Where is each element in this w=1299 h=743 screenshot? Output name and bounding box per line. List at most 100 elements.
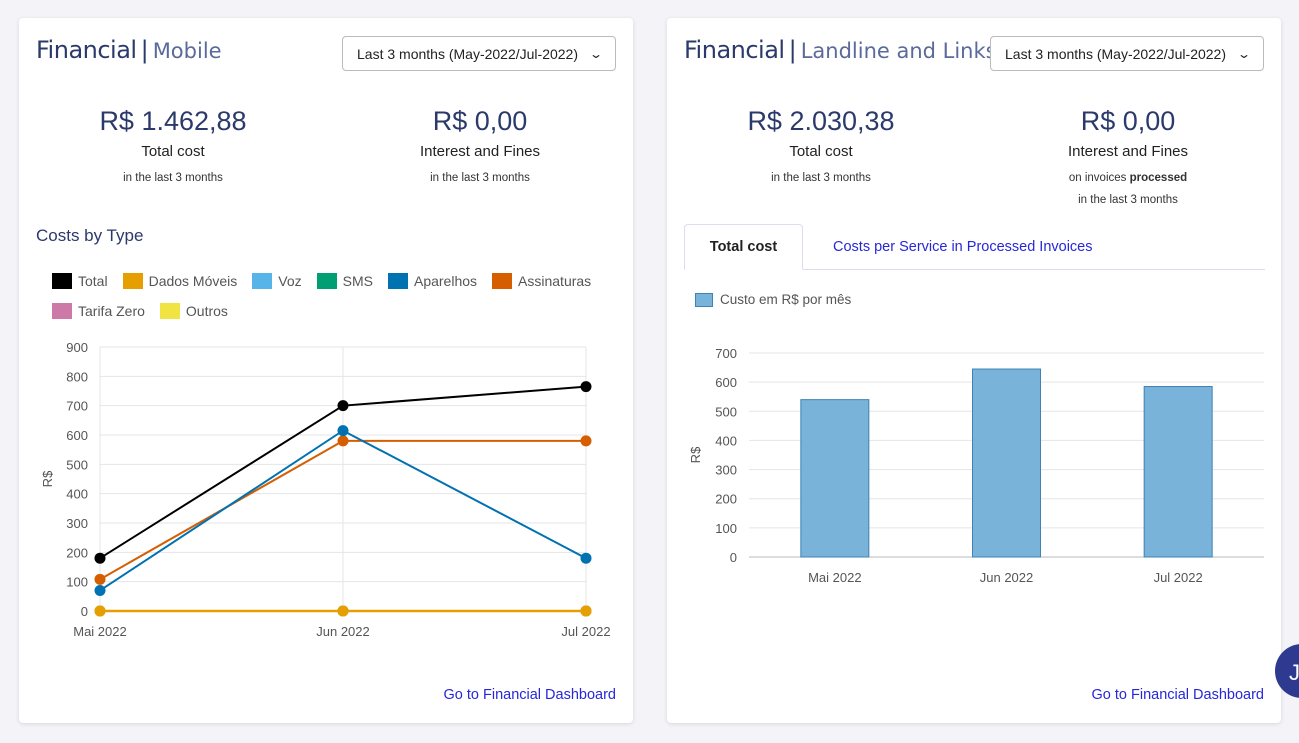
interest-sub2: in the last 3 months [1078, 194, 1178, 206]
y-tick-label: 100 [66, 575, 88, 590]
data-point [580, 381, 592, 393]
card-title-bold: Financial [684, 36, 785, 64]
bar-legend-swatch [695, 292, 713, 307]
y-tick-label: 0 [81, 604, 88, 619]
chevron-down-icon: ⌄ [588, 46, 604, 61]
data-point [580, 435, 592, 447]
interest-fines-value: R$ 0,00 [1080, 106, 1176, 136]
card-title-light: Landline and Links [800, 39, 997, 63]
chevron-down-icon: ⌄ [1236, 46, 1252, 61]
x-tick-label: Jul 2022 [561, 624, 610, 639]
card-title: Financial | Landline and Links [684, 36, 997, 64]
y-tick-label: 300 [66, 516, 88, 531]
bar [972, 368, 1041, 558]
y-tick-label: 600 [66, 428, 88, 443]
x-tick-label: Mai 2022 [73, 624, 126, 639]
y-tick-label: 500 [66, 457, 88, 472]
legend-item[interactable]: Dados Móveis [122, 272, 237, 290]
legend-item[interactable]: Voz [252, 272, 302, 290]
y-tick-label: 600 [715, 375, 737, 390]
data-point [337, 605, 349, 617]
legend-label: Total [78, 273, 108, 289]
legend-item[interactable]: Aparelhos [387, 272, 478, 290]
legend-swatch [52, 303, 72, 319]
data-point [580, 605, 592, 617]
costs-by-type-title: Costs by Type [36, 226, 144, 245]
legend-label: Voz [278, 273, 302, 289]
x-tick-label: Jun 2022 [980, 570, 1034, 585]
total-cost-label: Total cost [789, 143, 853, 160]
total-cost-sub: in the last 3 months [123, 172, 223, 184]
legend-swatch [316, 273, 337, 289]
legend-item[interactable]: SMS [316, 272, 373, 290]
legend-label: Tarifa Zero [78, 303, 145, 319]
card-title-bold: Financial [36, 36, 137, 64]
period-select-value: Last 3 months (May-2022/Jul-2022) [357, 45, 578, 62]
interest-fines-label: Interest and Fines [1067, 143, 1189, 160]
interest-sub-bold: processed [1129, 172, 1188, 184]
y-tick-label: 700 [66, 399, 88, 414]
legend-label: Outros [185, 303, 228, 319]
total-cost-kpi: R$ 2.030,38 Total cost in the last 3 mon… [701, 106, 941, 189]
legend-label: Assinaturas [518, 273, 592, 289]
x-tick-label: Jul 2022 [1154, 570, 1203, 585]
financial-landline-card: Financial | Landline and Links Last 3 mont… [667, 18, 1281, 723]
legend-swatch [252, 273, 273, 289]
legend-swatch [159, 303, 180, 319]
legend-item[interactable]: Tarifa Zero [52, 302, 145, 320]
data-point [337, 435, 349, 447]
tab-total-cost[interactable]: Total cost [684, 224, 803, 270]
x-tick-label: Mai 2022 [808, 570, 861, 585]
y-axis-label: R$ [40, 470, 55, 487]
card-title-light: Mobile [152, 39, 222, 63]
go-to-financial-dashboard-link[interactable]: Go to Financial Dashboard [444, 687, 617, 703]
y-axis-label: R$ [688, 446, 703, 463]
interest-fines-value: R$ 0,00 [432, 106, 528, 136]
data-point [580, 552, 592, 564]
total-cost-value: R$ 1.462,88 [99, 106, 247, 136]
legend-swatch [122, 273, 143, 289]
legend-swatch [492, 273, 513, 289]
total-cost-value: R$ 2.030,38 [747, 106, 895, 136]
bar [800, 399, 870, 558]
y-tick-label: 700 [715, 346, 737, 361]
data-point [337, 425, 349, 437]
data-point [94, 584, 106, 596]
total-cost-sub: in the last 3 months [771, 172, 871, 184]
period-select[interactable]: Last 3 months (May-2022/Jul-2022) ⌄ [990, 36, 1264, 71]
period-select[interactable]: Last 3 months (May-2022/Jul-2022) ⌄ [342, 36, 616, 71]
data-point [94, 552, 106, 564]
legend-label: Aparelhos [413, 273, 478, 289]
go-to-financial-dashboard-link[interactable]: Go to Financial Dashboard [1092, 687, 1265, 703]
title-separator: | [788, 36, 797, 64]
total-cost-kpi: R$ 1.462,88 Total cost in the last 3 mon… [53, 106, 293, 189]
financial-mobile-card: Financial | Mobile Last 3 months (May-2022… [19, 18, 633, 723]
legend-item[interactable]: Assinaturas [492, 272, 591, 290]
interest-fines-kpi: R$ 0,00 Interest and Fines in the last 3… [360, 106, 600, 189]
tab-costs-per-service[interactable]: Costs per Service in Processed Invoices [803, 224, 1123, 270]
interest-fines-sub: in the last 3 months [430, 172, 530, 184]
y-tick-label: 900 [66, 340, 88, 355]
costs-by-type-line-chart: 0 100 200 300 400 500 600 700 800 900 Mai 2022 Jun … [40, 340, 611, 639]
y-tick-label: 300 [715, 463, 737, 478]
y-tick-label: 100 [715, 521, 737, 536]
legend-item[interactable]: Outros [159, 302, 228, 320]
legend-swatch [387, 273, 408, 289]
interest-fines-label: Interest and Fines [419, 143, 541, 160]
y-tick-label: 200 [66, 545, 88, 560]
total-cost-label: Total cost [141, 143, 205, 160]
interest-fines-kpi: R$ 0,00 Interest and Fines on invoices p… [1008, 106, 1248, 211]
interest-sub-prefix: on invoices [1068, 172, 1127, 184]
x-tick-label: Jun 2022 [316, 624, 370, 639]
bar-legend-label: Custo em R$ por mês [720, 292, 852, 307]
card-title: Financial | Mobile [36, 36, 222, 64]
legend-item[interactable]: Total [52, 272, 108, 290]
title-separator: | [140, 36, 149, 64]
cost-tabs: Total cost Costs per Service in Processe… [684, 224, 1265, 270]
bar-chart-legend: Custo em R$ por mês [695, 292, 851, 307]
y-tick-label: 0 [730, 550, 737, 565]
interest-fines-sub: on invoices processed in the last 3 mont… [1008, 167, 1248, 211]
y-tick-label: 500 [715, 404, 737, 419]
data-point [94, 605, 106, 617]
data-point [337, 400, 349, 412]
